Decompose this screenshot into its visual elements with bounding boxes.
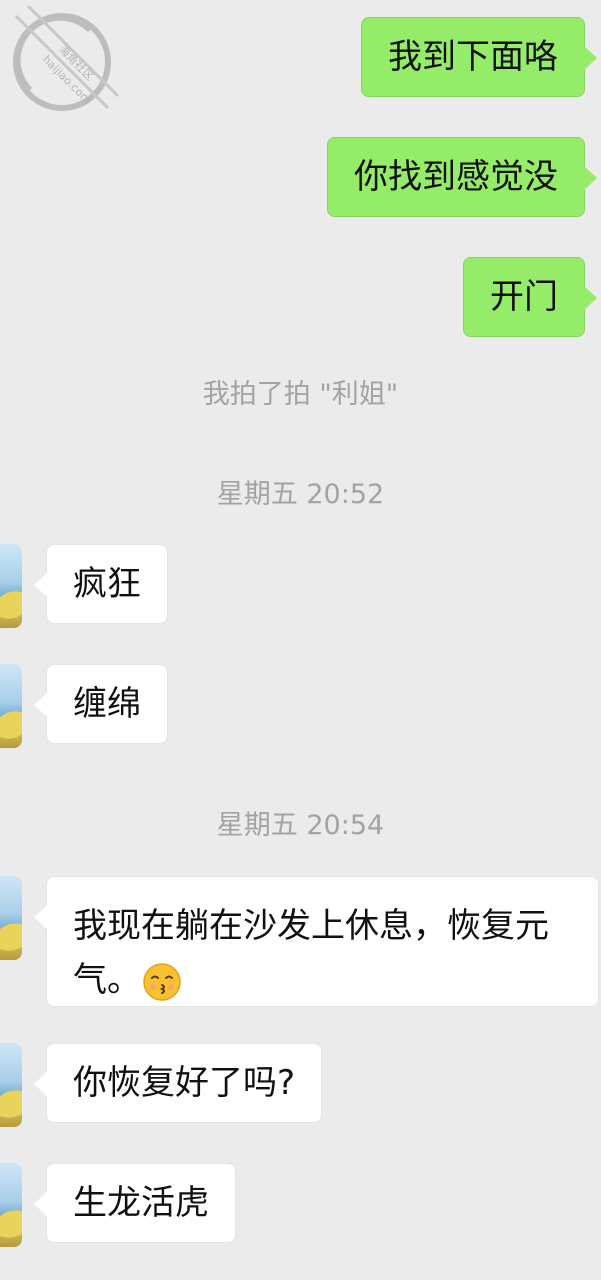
message-text: 你恢复好了吗? — [73, 1063, 296, 1103]
message-bubble-incoming[interactable]: 你恢复好了吗? — [33, 1043, 323, 1123]
pat-system-message: 我拍了拍 "利姐" — [202, 379, 399, 410]
message-bubble-incoming[interactable]: 疯狂 — [34, 544, 168, 624]
timestamp-divider: 星期五 20:52 — [216, 479, 385, 510]
contact-avatar[interactable] — [0, 1163, 22, 1247]
timestamp-divider: 星期五 20:54 — [216, 810, 385, 841]
message-bubble-incoming[interactable]: 我现在躺在沙发上休息，恢复元 气。 — [34, 876, 599, 1007]
message-text: 开门 — [490, 277, 558, 317]
message-text: 气。 — [73, 960, 141, 1000]
message-text: 我到下面咯 — [388, 37, 558, 77]
message-text: 你找到感觉没 — [354, 157, 558, 197]
message-text: 生龙活虎 — [73, 1183, 209, 1223]
contact-avatar[interactable] — [0, 544, 22, 628]
message-text-line: 气。 — [73, 953, 572, 1007]
message-bubble-outgoing[interactable]: 开门 — [463, 257, 597, 337]
chat-window: 海角社区 haijiao.com 我到下面咯 你找到感觉没 开门 我拍了拍 "利… — [0, 0, 601, 1280]
message-text-line: 我现在躺在沙发上休息，恢复元 — [73, 906, 549, 946]
watermark-logo: 海角社区 haijiao.com — [13, 4, 120, 111]
message-text: 疯狂 — [73, 564, 141, 604]
contact-avatar[interactable] — [0, 876, 22, 960]
contact-avatar[interactable] — [0, 1043, 22, 1127]
kissing-face-emoji — [143, 962, 181, 1001]
message-bubble-outgoing[interactable]: 你找到感觉没 — [327, 137, 597, 217]
message-bubble-incoming[interactable]: 生龙活虎 — [34, 1163, 236, 1243]
message-text: 缠绵 — [73, 684, 141, 724]
message-bubble-incoming[interactable]: 缠绵 — [34, 664, 168, 744]
message-bubble-outgoing[interactable]: 我到下面咯 — [361, 17, 597, 97]
contact-avatar[interactable] — [0, 664, 22, 748]
